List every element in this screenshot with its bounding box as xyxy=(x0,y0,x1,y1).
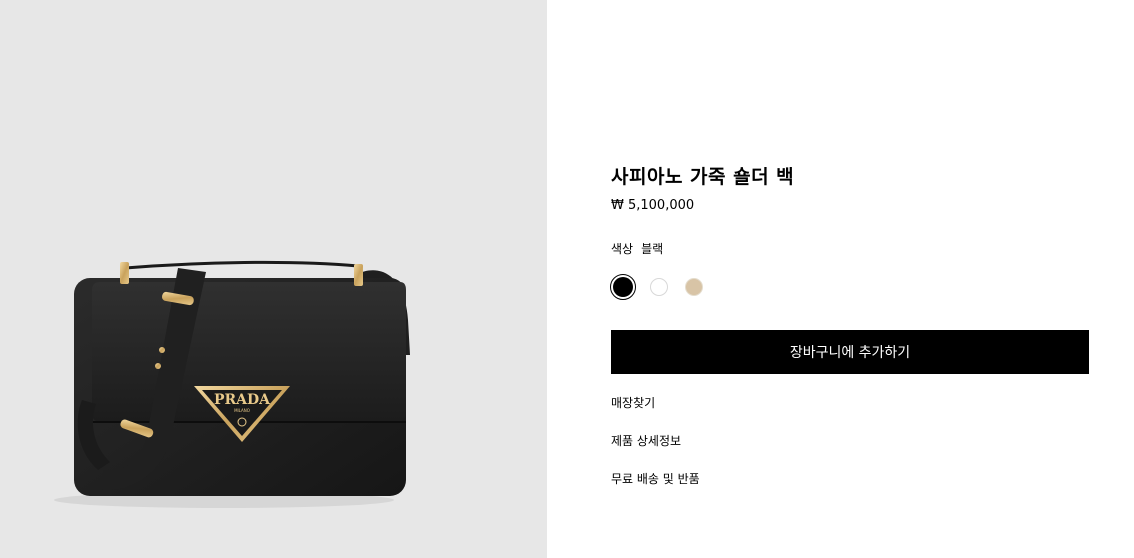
product-price: ₩ 5,100,000 xyxy=(611,198,695,213)
hardware-left-pin xyxy=(120,262,129,284)
product-details-link[interactable]: 제품 상세정보 xyxy=(611,432,681,449)
logo-brand-text: PRADA xyxy=(214,392,271,408)
swatch-black[interactable] xyxy=(610,274,636,300)
hardware-right-pin xyxy=(354,264,363,286)
product-image[interactable]: PRADA MILANO xyxy=(0,0,547,558)
strap-stud-2 xyxy=(155,363,161,369)
shipping-returns-link[interactable]: 무료 배송 및 반품 xyxy=(611,470,700,487)
product-title: 사피아노 가죽 숄더 백 xyxy=(611,166,795,188)
add-to-cart-button[interactable]: 장바구니에 추가하기 xyxy=(611,330,1089,374)
store-finder-link[interactable]: 매장찾기 xyxy=(611,394,655,411)
swatch-beige[interactable] xyxy=(685,278,703,296)
color-selection-label: 색상 블랙 xyxy=(611,240,663,257)
color-value: 블랙 xyxy=(641,242,664,256)
color-label: 색상 xyxy=(611,242,634,256)
product-details-panel: 사피아노 가죽 숄더 백 ₩ 5,100,000 색상 블랙 장바구니에 추가하기… xyxy=(547,0,1134,558)
bag-top-cord xyxy=(125,260,359,270)
color-swatches xyxy=(610,274,703,300)
logo-sub-text: MILANO xyxy=(234,408,250,413)
strap-stud-1 xyxy=(159,347,165,353)
product-page: PRADA MILANO 사피아노 가죽 숄더 백 ₩ 5,100,000 색상… xyxy=(0,0,1134,558)
swatch-white[interactable] xyxy=(650,278,668,296)
product-gallery: PRADA MILANO xyxy=(0,0,547,558)
